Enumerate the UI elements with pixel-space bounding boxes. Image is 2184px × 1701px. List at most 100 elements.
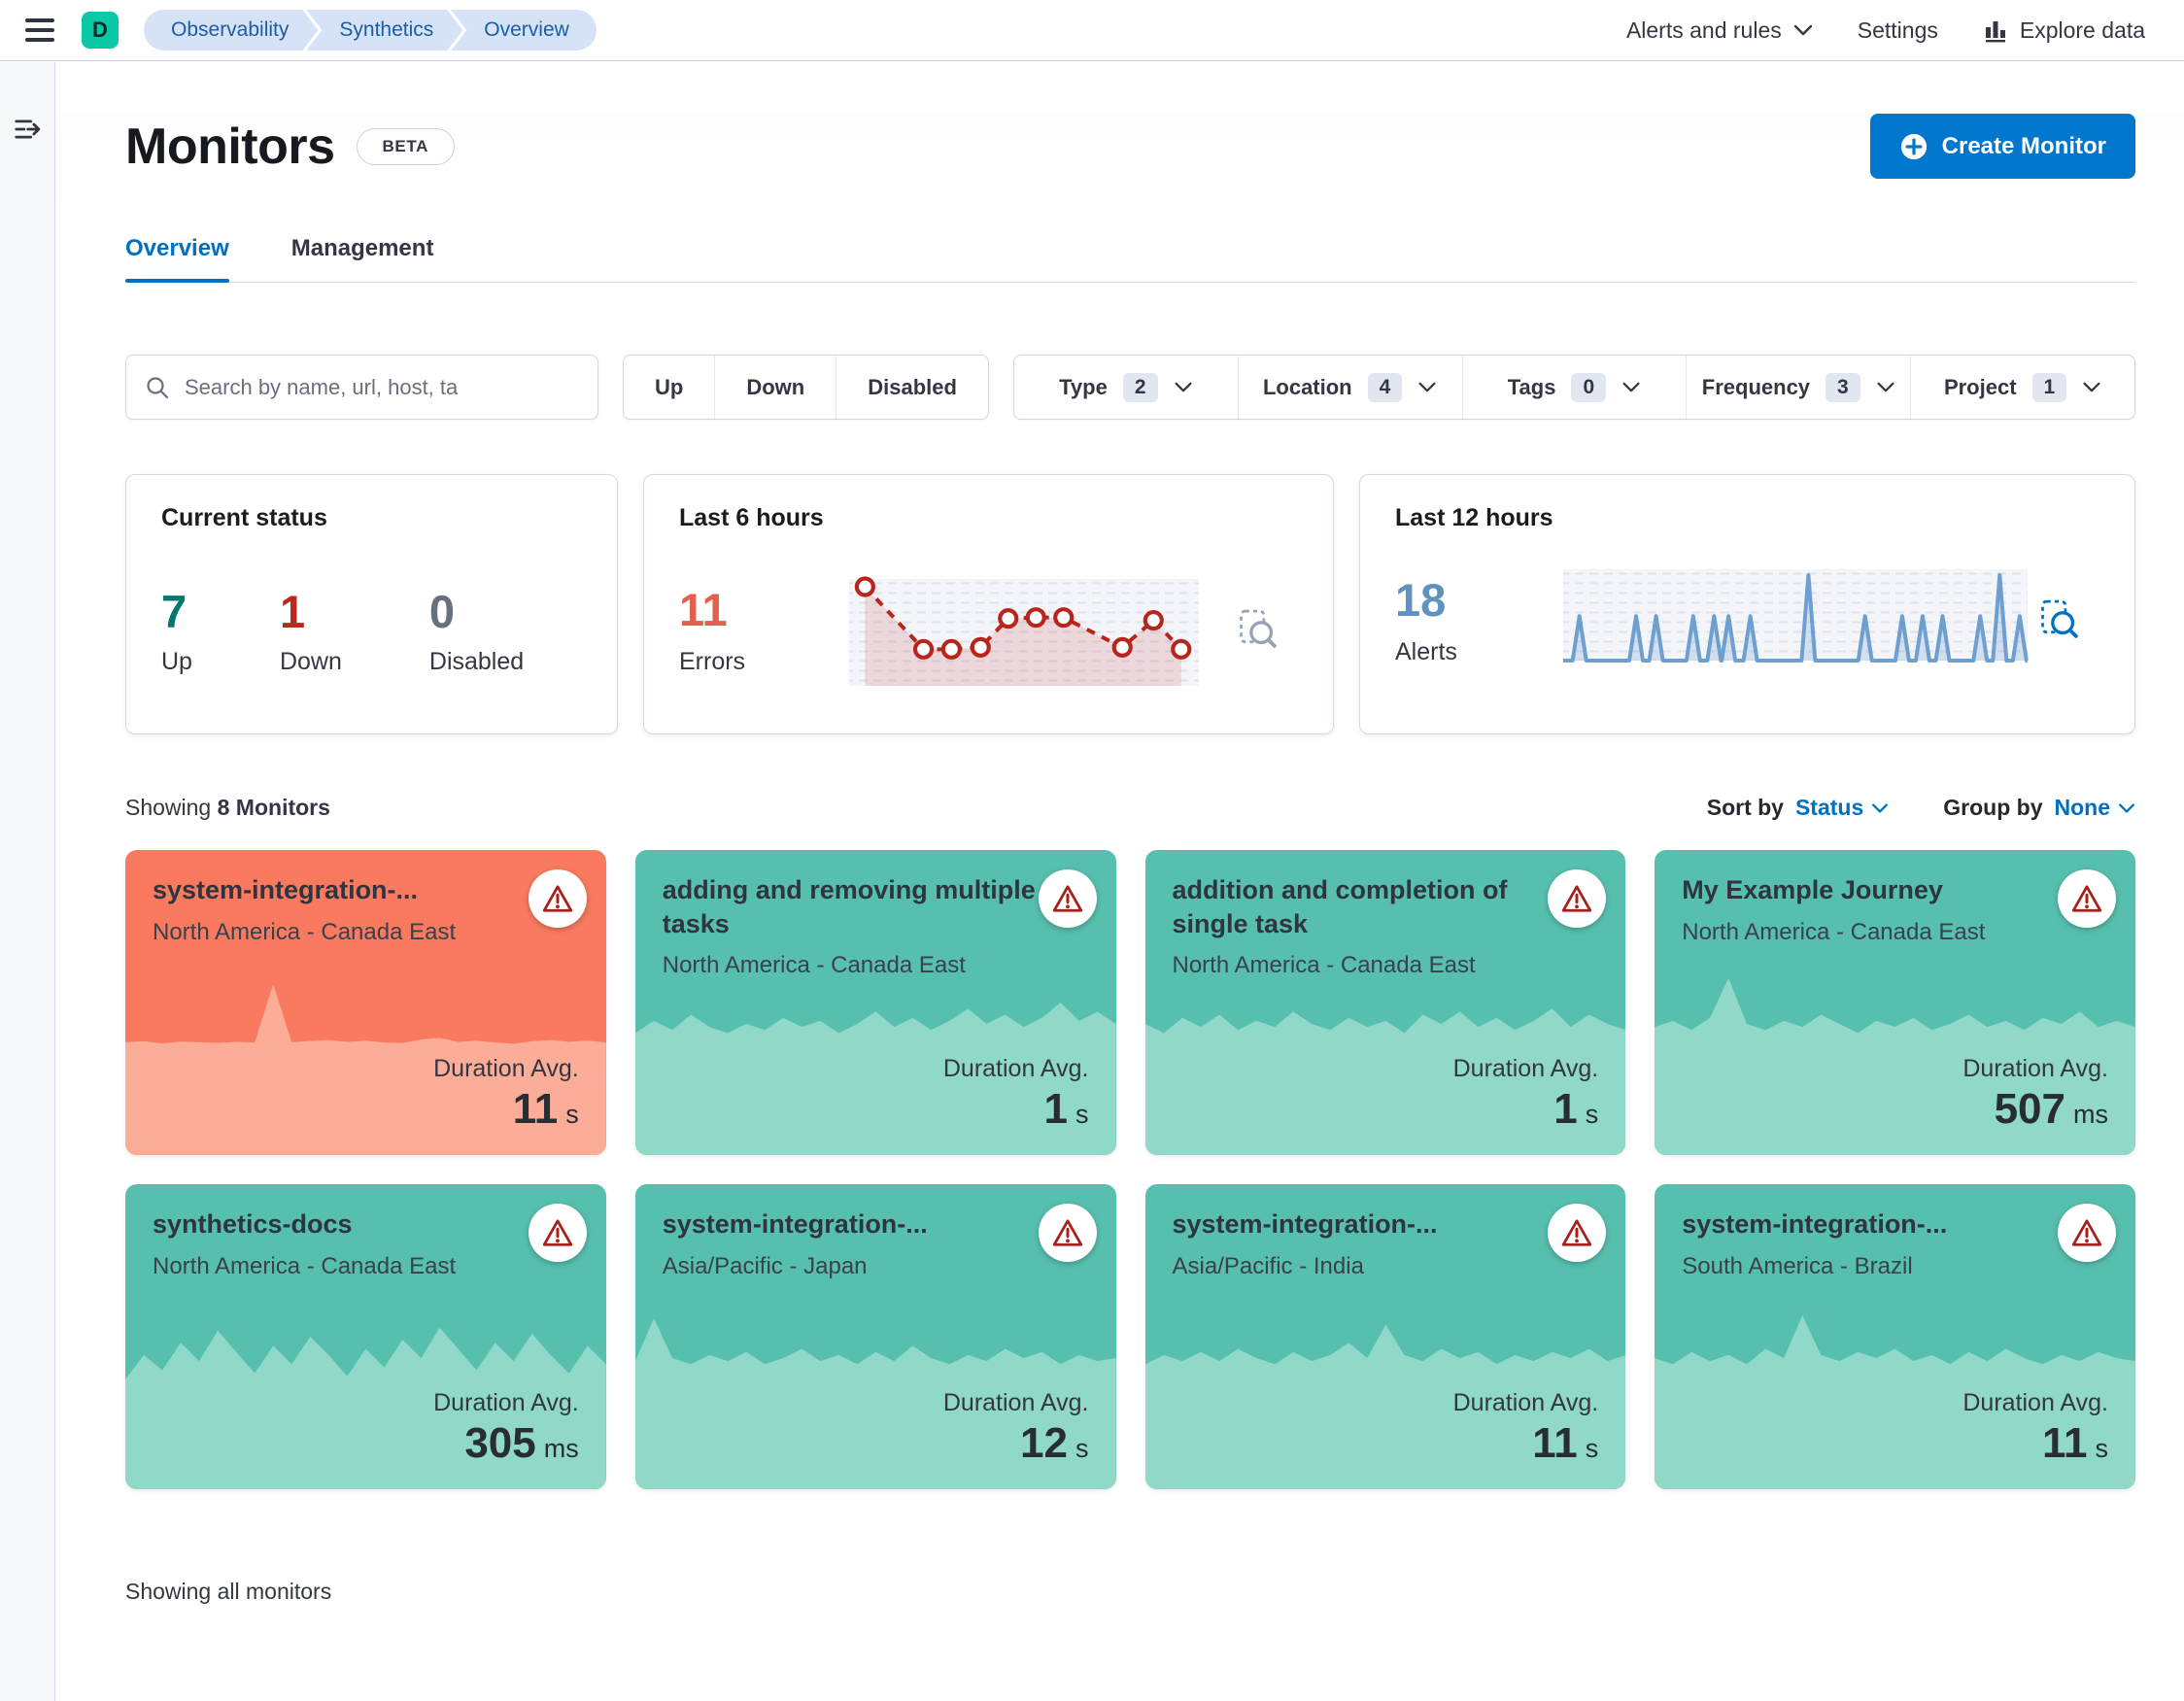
monitor-location: North America - Canada East: [662, 952, 966, 979]
dropdown-filter-group: Type 2 Location 4 Tags 0 Frequency 3 Project 1: [1012, 355, 2135, 420]
alerts-and-rules-label: Alerts and rules: [1625, 17, 1782, 43]
monitor-down-alert-badge: [2058, 1204, 2116, 1262]
monitor-location: North America - Canada East: [1172, 952, 1476, 979]
errors-count: 11: [679, 584, 728, 635]
deployment-badge[interactable]: D: [82, 12, 119, 49]
duration-value: 1: [1043, 1085, 1068, 1133]
duration-unit: s: [1075, 1434, 1089, 1463]
duration-unit: s: [565, 1100, 579, 1129]
breadcrumb-item[interactable]: Synthetics: [306, 10, 462, 51]
explore-data-button[interactable]: Explore data: [1983, 17, 2145, 44]
showing-all-monitors-text: Showing all monitors: [125, 1579, 332, 1604]
monitor-name: adding and removing multiple tasks: [662, 875, 1036, 938]
create-monitor-button[interactable]: Create Monitor: [1869, 114, 2135, 179]
monitor-down-alert-badge: [1038, 1204, 1097, 1262]
status-filter-group: Up Down Disabled: [623, 355, 989, 420]
filter-count-badge: 3: [1826, 372, 1860, 402]
current-status-title: Current status: [161, 504, 327, 531]
monitor-down-alert-badge: [528, 869, 587, 928]
beta-badge: BETA: [356, 127, 455, 165]
errors-inspect-button[interactable]: [1230, 601, 1284, 659]
group-by-value[interactable]: None: [2055, 795, 2136, 821]
settings-label: Settings: [1857, 17, 1938, 43]
monitor-down-alert-badge: [528, 1204, 587, 1262]
errors-chart: [843, 565, 1205, 694]
filter-count-badge: 4: [1367, 372, 1403, 402]
duration-unit: ms: [543, 1434, 579, 1463]
monitor-card[interactable]: system-integration-... North America - C…: [125, 850, 606, 1155]
warning-triangle-icon: [542, 1219, 572, 1246]
monitor-card[interactable]: My Example Journey North America - Canad…: [1655, 850, 2135, 1155]
monitor-grid: system-integration-... North America - C…: [125, 850, 2135, 1489]
last-12-hours-title: Last 12 hours: [1395, 504, 1553, 531]
breadcrumb-item[interactable]: Overview: [451, 10, 597, 51]
monitor-location: South America - Brazil: [1682, 1252, 1913, 1279]
monitor-name: system-integration-...: [1682, 1209, 1948, 1239]
settings-button[interactable]: Settings: [1858, 17, 1938, 44]
last-12-hours-card: Last 12 hours 18 Alerts: [1359, 474, 2135, 734]
duration-value: 1: [1553, 1085, 1578, 1133]
tab-management[interactable]: Management: [291, 235, 434, 282]
status-stat-value: 7: [161, 586, 188, 637]
duration-avg-label: Duration Avg.: [942, 1389, 1089, 1416]
status-stat-up: 7 Up: [161, 585, 192, 676]
monitor-card[interactable]: system-integration-... Asia/Pacific - In…: [1144, 1184, 1626, 1489]
warning-triangle-icon: [542, 885, 572, 912]
filter-type[interactable]: Type 2: [1014, 356, 1238, 419]
duration-unit: s: [1585, 1434, 1599, 1463]
chevron-down-icon: [2119, 802, 2134, 813]
filter-project[interactable]: Project 1: [1910, 356, 2134, 419]
monitor-card[interactable]: adding and removing multiple tasks North…: [634, 850, 1116, 1155]
chevron-down-icon: [1174, 382, 1192, 392]
chevron-down-icon: [1793, 24, 1812, 36]
duration-value: 11: [1532, 1419, 1578, 1467]
breadcrumb-item[interactable]: Observability: [144, 10, 318, 51]
monitor-card[interactable]: synthetics-docs North America - Canada E…: [125, 1184, 606, 1489]
monitor-card[interactable]: addition and completion of single task N…: [1144, 850, 1626, 1155]
filter-tags[interactable]: Tags 0: [1461, 356, 1687, 419]
monitor-name: addition and completion of single task: [1172, 875, 1508, 938]
monitor-location: Asia/Pacific - India: [1172, 1252, 1364, 1279]
alerts-inspect-button[interactable]: [2031, 592, 2086, 649]
errors-label: Errors: [679, 648, 746, 675]
sort-by-value[interactable]: Status: [1795, 795, 1889, 821]
chevron-down-icon: [1418, 382, 1436, 392]
filter-location[interactable]: Location 4: [1237, 356, 1462, 419]
group-by-label: Group by: [1943, 795, 2043, 820]
duration-avg-label: Duration Avg.: [1962, 1389, 2108, 1416]
expand-sidebar-icon[interactable]: [11, 113, 44, 146]
status-stat-value: 0: [428, 586, 456, 637]
monitor-down-alert-badge: [1548, 869, 1607, 928]
status-filter-disabled[interactable]: Disabled: [836, 356, 988, 419]
status-filter-up[interactable]: Up: [624, 356, 714, 419]
duration-value: 11: [512, 1085, 559, 1133]
duration-unit: s: [1075, 1100, 1089, 1129]
warning-triangle-icon: [2071, 885, 2102, 912]
alerts-count: 18: [1395, 574, 1447, 626]
status-filter-down[interactable]: Down: [714, 356, 836, 419]
collapsed-sidebar: [0, 62, 55, 1701]
alerts-chart: [1559, 565, 2031, 674]
duration-value: 11: [2041, 1419, 2088, 1467]
menu-icon[interactable]: [25, 18, 54, 42]
group-by-control: Group by None: [1943, 795, 2135, 821]
page-title: Monitors: [125, 118, 335, 175]
duration-unit: s: [1585, 1100, 1599, 1129]
monitor-card[interactable]: system-integration-... Asia/Pacific - Ja…: [634, 1184, 1116, 1489]
filter-label: Tags: [1507, 374, 1556, 399]
monitor-down-alert-badge: [1038, 869, 1097, 928]
alerts-and-rules-button[interactable]: Alerts and rules: [1626, 17, 1813, 44]
monitor-location: North America - Canada East: [1682, 918, 1986, 945]
search-input[interactable]: [185, 374, 580, 400]
duration-value: 507: [1994, 1085, 2065, 1133]
tab-overview[interactable]: Overview: [125, 235, 229, 283]
last-6-hours-card: Last 6 hours 11 Errors: [643, 474, 1334, 734]
alerts-label: Alerts: [1395, 638, 1457, 665]
sort-by-label: Sort by: [1706, 795, 1784, 820]
filter-count-badge: 2: [1122, 372, 1158, 402]
filter-frequency[interactable]: Frequency 3: [1686, 356, 1910, 419]
filter-count-badge: 0: [1571, 372, 1607, 402]
breadcrumbs: Observability Synthetics Overview: [144, 10, 597, 51]
monitor-card[interactable]: system-integration-... South America - B…: [1655, 1184, 2135, 1489]
current-status-stats: 7 Up 1 Down 0 Disabled: [161, 585, 582, 676]
